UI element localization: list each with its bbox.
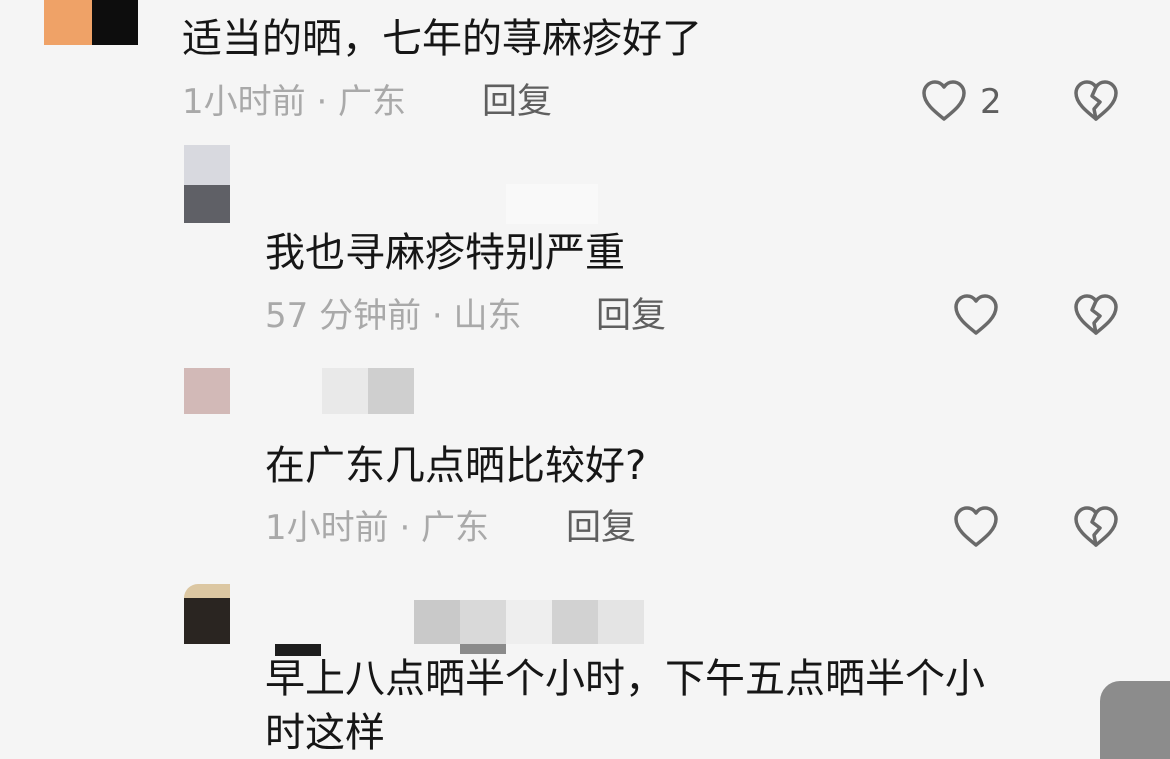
avatar[interactable]: [184, 584, 230, 644]
username-redacted: [506, 600, 552, 644]
heart-outline-icon[interactable]: [920, 78, 968, 126]
reply-text-line: 早上八点晒半个小时，下午五点晒半个小: [265, 656, 985, 702]
reply-meta: 57 分钟前 · 山东: [265, 296, 522, 336]
reply-button[interactable]: 回复: [482, 82, 552, 122]
username-redacted: [322, 368, 368, 414]
username-redacted: [506, 184, 598, 224]
broken-heart-outline-icon[interactable]: [1072, 504, 1120, 552]
avatar-top[interactable]: [44, 0, 138, 45]
username-redacted: [460, 644, 506, 654]
comment-text: 适当的晒，七年的荨麻疹好了: [182, 16, 702, 62]
reply-button[interactable]: 回复: [596, 296, 666, 336]
broken-heart-outline-icon[interactable]: [1072, 78, 1120, 126]
broken-heart-outline-icon[interactable]: [1072, 292, 1120, 340]
floating-card[interactable]: [1100, 681, 1170, 759]
reply-text-line: 时这样: [265, 710, 385, 756]
username-redacted: [460, 600, 506, 644]
heart-outline-icon[interactable]: [952, 504, 1000, 552]
username-redacted: [552, 600, 598, 644]
reply-text: 在广东几点晒比较好?: [265, 443, 647, 489]
heart-outline-icon[interactable]: [952, 292, 1000, 340]
username-redacted: [368, 368, 414, 414]
reply-text: 我也寻麻疹特别严重: [265, 230, 625, 276]
comment-meta: 1小时前 · 广东: [182, 82, 407, 122]
like-count: 2: [980, 82, 1002, 122]
username-redacted: [598, 600, 644, 644]
reply-meta: 1小时前 · 广东: [265, 508, 490, 548]
reply-button[interactable]: 回复: [566, 508, 636, 548]
avatar[interactable]: [184, 368, 230, 414]
avatar[interactable]: [184, 145, 230, 223]
username-redacted: [414, 600, 460, 644]
